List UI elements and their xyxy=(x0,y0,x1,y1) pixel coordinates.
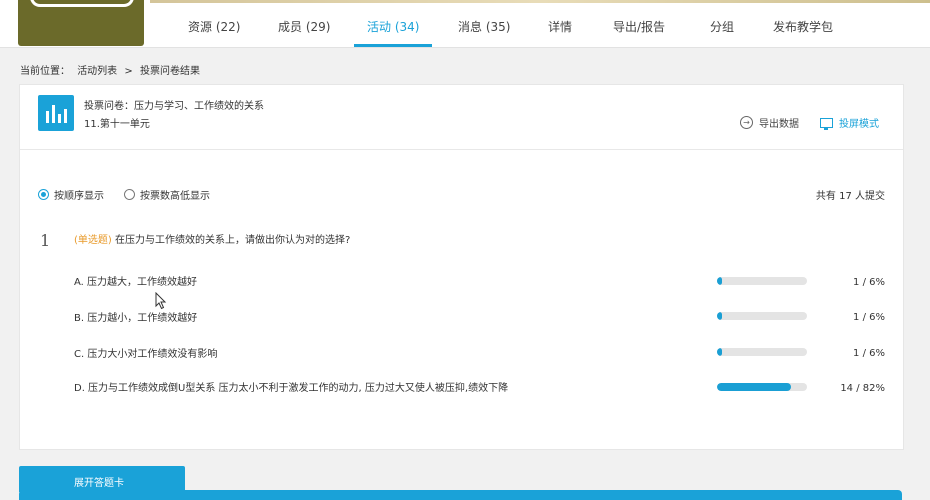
radio-unchecked-icon xyxy=(124,189,135,200)
answer-card-bar xyxy=(19,490,902,500)
header-strip xyxy=(150,0,930,3)
breadcrumb-separator: > xyxy=(124,66,133,77)
option-c-fill xyxy=(717,348,723,356)
projector-mode-button[interactable]: 投屏模式 xyxy=(820,115,879,130)
option-a-bar xyxy=(717,277,807,285)
sort-by-order-radio[interactable]: 按顺序显示 xyxy=(38,187,104,202)
question-body: 在压力与工作绩效的关系上，请做出你认为对的选择? xyxy=(115,235,351,246)
option-a-fill xyxy=(717,277,723,285)
option-d-stat: 14 / 82% xyxy=(840,383,885,394)
breadcrumb-current: 投票问卷结果 xyxy=(139,66,200,77)
tab-activities[interactable]: 活动 (34) xyxy=(367,18,419,35)
projector-mode-label: 投屏模式 xyxy=(839,119,879,130)
export-data-button[interactable]: → 导出数据 xyxy=(740,115,799,130)
tab-members[interactable]: 成员 (29) xyxy=(278,18,330,35)
poll-title: 投票问卷：压力与学习、工作绩效的关系 xyxy=(84,101,264,112)
question-text: (单选题) 在压力与工作绩效的关系上，请做出你认为对的选择? xyxy=(74,231,350,246)
option-c: C. 压力大小对工作绩效没有影响 xyxy=(74,349,218,360)
sort-by-order-label: 按顺序显示 xyxy=(54,191,104,202)
option-c-stat: 1 / 6% xyxy=(853,348,885,359)
top-nav: 资源 (22) 成员 (29) 活动 (34) 消息 (35) 详情 导出/报告… xyxy=(0,0,930,48)
monitor-icon xyxy=(820,117,833,130)
tab-groups[interactable]: 分组 xyxy=(710,18,734,35)
poll-header: 投票问卷：压力与学习、工作绩效的关系 11.第十一单元 → 导出数据 投屏模式 xyxy=(20,85,903,150)
option-a-stat: 1 / 6% xyxy=(853,277,885,288)
course-logo[interactable] xyxy=(18,0,144,46)
breadcrumb: 当前位置： 活动列表 > 投票问卷结果 xyxy=(20,62,204,77)
poll-result-card: 投票问卷：压力与学习、工作绩效的关系 11.第十一单元 → 导出数据 投屏模式 … xyxy=(19,84,904,450)
option-a: A. 压力越大，工作绩效越好 xyxy=(74,277,198,288)
tab-export-report[interactable]: 导出/报告 xyxy=(613,18,665,35)
submission-count: 共有 17 人提交 xyxy=(815,191,885,202)
tab-messages[interactable]: 消息 (35) xyxy=(458,18,510,35)
option-b-fill xyxy=(717,312,723,320)
question-type-tag: (单选题) xyxy=(74,235,112,246)
poll-unit: 11.第十一单元 xyxy=(84,119,150,130)
active-tab-indicator xyxy=(354,44,432,47)
option-c-bar xyxy=(717,348,807,356)
expand-answer-card-tab[interactable]: 展开答题卡 xyxy=(19,466,185,492)
question-number: 1 xyxy=(40,231,51,250)
sort-by-votes-radio[interactable]: 按票数高低显示 xyxy=(124,187,210,202)
tab-publish-package[interactable]: 发布教学包 xyxy=(773,18,833,35)
sort-options: 按顺序显示 按票数高低显示 xyxy=(38,187,230,202)
tab-details[interactable]: 详情 xyxy=(548,18,572,35)
breadcrumb-prefix: 当前位置： xyxy=(20,66,70,77)
breadcrumb-activity-list[interactable]: 活动列表 xyxy=(77,66,117,77)
option-d-fill xyxy=(717,383,791,391)
expand-answer-card-label: 展开答题卡 xyxy=(74,478,124,489)
arrow-right-circle-icon: → xyxy=(740,116,753,129)
option-b-stat: 1 / 6% xyxy=(853,312,885,323)
radio-checked-icon xyxy=(38,189,49,200)
option-d: D. 压力与工作绩效成倒U型关系 压力太小不利于激发工作的动力, 压力过大又使人… xyxy=(74,383,509,394)
mouse-cursor-icon xyxy=(155,292,167,310)
export-data-label: 导出数据 xyxy=(759,119,799,130)
tab-resources[interactable]: 资源 (22) xyxy=(188,18,240,35)
option-b: B. 压力越小，工作绩效越好 xyxy=(74,313,198,324)
sort-by-votes-label: 按票数高低显示 xyxy=(140,191,210,202)
option-d-bar xyxy=(717,383,807,391)
option-b-bar xyxy=(717,312,807,320)
bar-chart-icon xyxy=(38,95,74,131)
